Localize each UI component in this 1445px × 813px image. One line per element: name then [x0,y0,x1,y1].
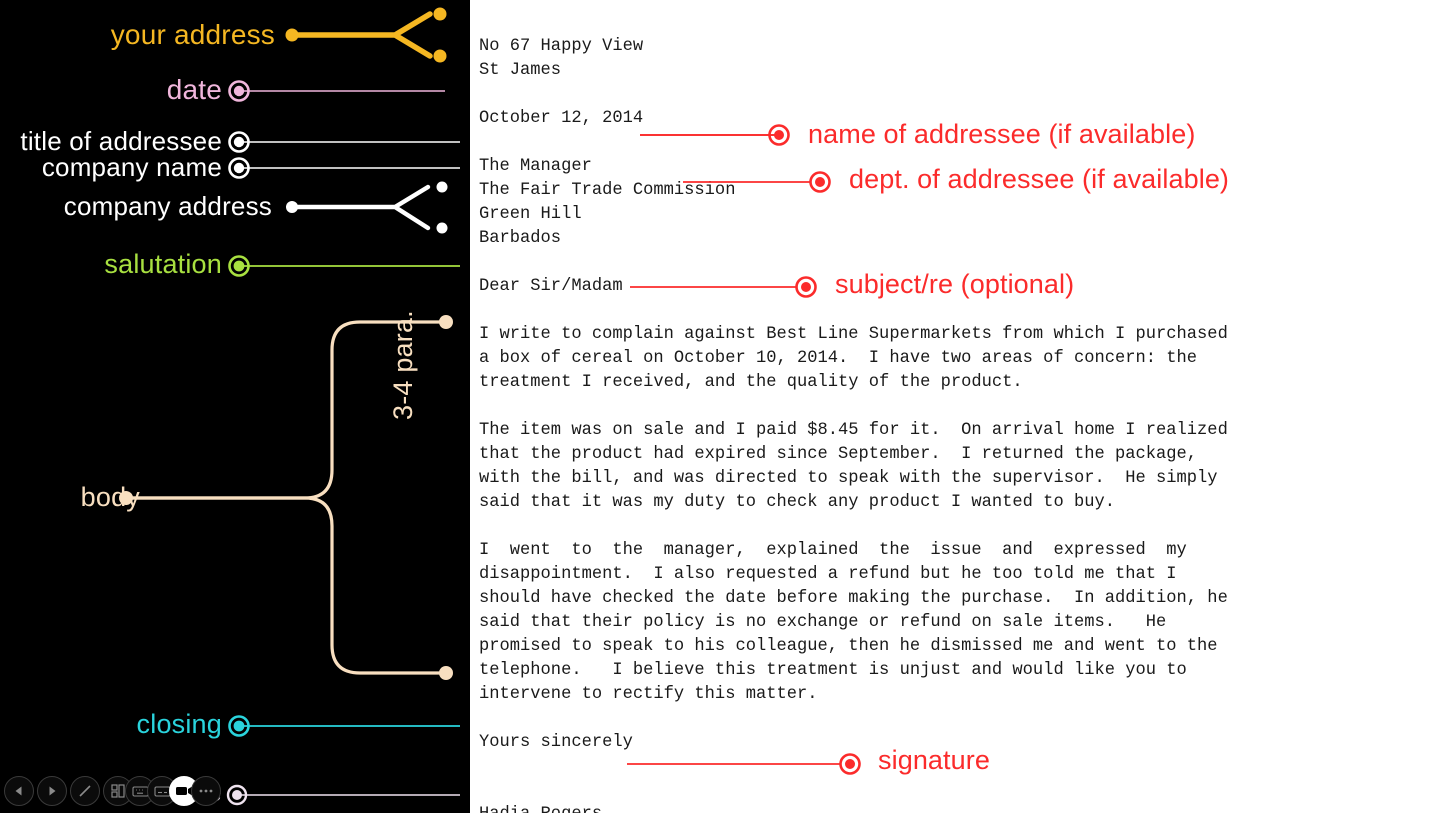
annotation-panel: your address date title of addressee com… [0,0,470,813]
annotation-label-body: body [80,482,140,512]
annotation-label-date: date [166,74,222,105]
connector-closing [228,715,460,737]
recipient-line-3: Green Hill [479,205,582,224]
back-arrow-icon[interactable] [4,776,34,806]
recipient-line-4: Barbados [479,229,562,248]
more-dots-icon[interactable] [191,776,221,806]
annotation-label-your-address: your address [110,19,275,50]
connector-salutation [228,255,460,277]
body-p1-line-1: I write to complain against Best Line Su… [479,325,1228,344]
body-p3-line-6: telephone. I believe this treatment is u… [479,661,1187,680]
bottom-toolbar[interactable] [4,773,221,809]
connector-company-address [286,181,448,234]
body-p2-line-1: The item was on sale and I paid $8.45 fo… [479,421,1228,440]
forward-arrow-icon[interactable] [37,776,67,806]
body-p1-line-2: a box of cereal on October 10, 2014. I h… [479,349,1198,368]
pen-icon[interactable] [70,776,100,806]
body-p3-line-4: said that their policy is no exchange or… [479,613,1167,632]
annotation-label-closing: closing [136,709,222,739]
body-p3-line-3: should have checked the date before maki… [479,589,1228,608]
letter-document-pane[interactable]: No 67 Happy View St James October 12, 2014… [470,0,1445,813]
letter-signer-name: Hadia Rogers [479,803,1445,813]
body-p3-line-5: promised to speak to his colleague, then… [479,637,1218,656]
annotation-label-company-name: company name [41,152,222,182]
body-p3-line-2: disappointment. I also requested a refun… [479,565,1177,584]
body-p1-line-3: treatment I received, and the quality of… [479,373,1023,392]
connector-your-address [285,7,447,63]
body-p2-line-2: that the product had expired since Septe… [479,445,1198,464]
body-p2-line-4: said that it was my duty to check any pr… [479,493,1115,512]
body-p3-line-1: I went to the manager, explained the iss… [479,541,1187,560]
connector-date [228,80,445,102]
annotation-label-name-of-addressee: name of addressee (if available) [808,119,1196,149]
body-p3-line-7: intervene to rectify this matter. [479,685,818,704]
screenshot-root: your address date title of addressee com… [0,0,1445,813]
annotation-note-body-paragraphs: 3-4 para. [388,310,418,420]
connector-name [226,784,460,806]
connector-company-name [228,157,460,179]
connector-title-of-addressee [228,131,460,153]
annotation-label-subject-re: subject/re (optional) [835,269,1075,299]
annotation-label-salutation: salutation [104,249,222,279]
body-p2-line-3: with the bill, and was directed to speak… [479,469,1218,488]
sender-address-line-2: St James [479,61,562,80]
annotation-label-company-address: company address [63,191,272,221]
annotation-label-signature: signature [878,745,990,775]
annotation-label-dept-of-addressee: dept. of addressee (if available) [849,164,1230,194]
sender-address-line-1: No 67 Happy View [479,37,644,56]
